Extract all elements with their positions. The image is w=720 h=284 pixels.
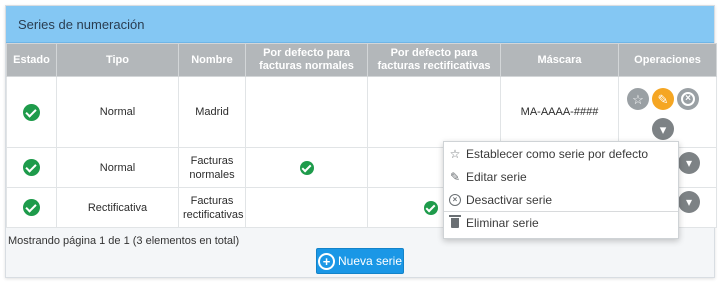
active-check-icon (23, 199, 40, 216)
edit-button[interactable]: ✎ (652, 88, 674, 110)
plus-icon: + (317, 252, 335, 270)
default-check-icon (424, 200, 438, 215)
menu-item-delete[interactable]: Eliminar serie (444, 211, 678, 234)
column-header-default-normal[interactable]: Por defecto para facturas normales (245, 43, 368, 77)
active-check-icon (23, 103, 40, 121)
deactivate-button[interactable]: × (677, 88, 699, 110)
default-rect-cell (367, 76, 501, 148)
column-header-tipo[interactable]: Tipo (56, 43, 179, 77)
pencil-icon: ✎ (449, 169, 461, 184)
chevron-down-icon: ▾ (685, 156, 693, 170)
chevron-down-icon: ▾ (685, 195, 693, 209)
series-actions-menu: ☆ Establecer como serie por defecto ✎ Ed… (443, 141, 679, 239)
more-actions-button[interactable]: ▾ (678, 152, 700, 174)
x-circle-icon: × (681, 92, 695, 106)
menu-item-deactivate[interactable]: × Desactivar serie (444, 188, 678, 211)
new-series-label: Nueva serie (337, 254, 403, 268)
menu-item-label: Desactivar serie (466, 192, 553, 207)
new-series-button[interactable]: + Nueva serie (316, 248, 404, 274)
menu-item-edit[interactable]: ✎ Editar serie (444, 165, 678, 188)
operations-cell: ☆ ✎ × ▾ (618, 76, 717, 148)
column-header-default-rect[interactable]: Por defecto para facturas rectificativas (367, 43, 501, 77)
menu-item-set-default[interactable]: ☆ Establecer como serie por defecto (444, 142, 678, 165)
menu-item-label: Editar serie (466, 169, 527, 184)
table-header-row: Estado Tipo Nombre Por defecto para fact… (6, 43, 717, 77)
more-actions-button[interactable]: ▾ (652, 118, 674, 140)
column-header-nombre[interactable]: Nombre (178, 43, 246, 77)
menu-item-label: Establecer como serie por defecto (466, 146, 649, 161)
trash-icon (448, 215, 462, 230)
active-check-icon (23, 159, 40, 176)
x-circle-icon: × (448, 193, 462, 207)
chevron-down-icon: ▾ (659, 121, 667, 137)
default-check-icon (299, 160, 314, 175)
tipo-cell: Normal (56, 76, 179, 148)
nombre-cell: Madrid (178, 76, 246, 148)
panel-title: Series de numeración (6, 6, 714, 43)
mascara-cell: MA-AAAA-#### (500, 76, 619, 148)
more-actions-button[interactable]: ▾ (678, 191, 700, 213)
star-icon: ☆ (632, 91, 644, 107)
menu-item-label: Eliminar serie (466, 216, 539, 230)
default-normal-cell (245, 187, 368, 228)
column-header-operaciones: Operaciones (618, 43, 717, 77)
pencil-icon: ✎ (657, 91, 669, 107)
estado-cell (6, 76, 57, 148)
tipo-cell: Rectificativa (56, 187, 179, 228)
estado-cell (6, 187, 57, 228)
table-row: Normal Madrid MA-AAAA-#### ☆ ✎ × ▾ (6, 76, 717, 148)
tipo-cell: Normal (56, 147, 179, 188)
default-normal-cell (245, 76, 368, 148)
column-header-estado[interactable]: Estado (6, 43, 57, 77)
nombre-cell: Facturas normales (178, 147, 246, 188)
set-default-button[interactable]: ☆ (627, 88, 649, 110)
default-normal-cell (245, 147, 368, 188)
pagination-info: Mostrando página 1 de 1 (3 elementos en … (8, 235, 240, 247)
column-header-mascara[interactable]: Máscara (500, 43, 619, 77)
star-icon: ☆ (449, 146, 461, 161)
estado-cell (6, 147, 57, 188)
nombre-cell: Facturas rectificativas (178, 187, 246, 228)
